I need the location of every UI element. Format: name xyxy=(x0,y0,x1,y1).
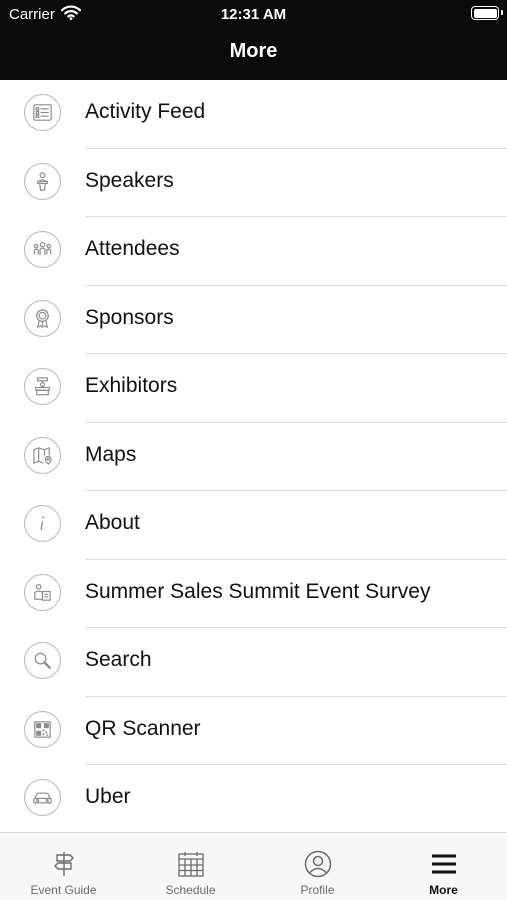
tab-schedule[interactable]: Schedule xyxy=(127,833,254,900)
signpost-icon xyxy=(53,852,74,876)
activity-feed-icon xyxy=(24,94,61,131)
search-icon xyxy=(24,642,61,679)
menu-item-label: Search xyxy=(85,648,152,671)
navigation-header: Carrier 12:31 AM More xyxy=(0,0,507,80)
menu-item-about[interactable]: About xyxy=(0,491,507,560)
speaker-podium-icon xyxy=(24,162,61,200)
menu-item-label: Maps xyxy=(85,442,137,466)
tab-label: Schedule xyxy=(165,883,216,897)
qr-code-icon xyxy=(24,710,61,748)
menu-item-label: Attendees xyxy=(85,237,180,260)
status-bar: Carrier 12:31 AM xyxy=(0,0,507,28)
tab-profile[interactable]: Profile xyxy=(254,833,381,900)
more-menu-list: Activity Feed Speakers Attendees Sponsor… xyxy=(0,80,507,834)
menu-item-uber[interactable]: Uber xyxy=(0,765,507,834)
menu-item-label: Uber xyxy=(85,785,131,808)
battery-tip xyxy=(501,10,503,15)
survey-icon xyxy=(24,573,61,611)
award-ribbon-icon xyxy=(24,299,61,337)
menu-item-label: Speakers xyxy=(85,168,174,192)
menu-item-label: Activity Feed xyxy=(85,100,206,123)
menu-item-label: QR Scanner xyxy=(85,716,201,740)
menu-item-sponsors[interactable]: Sponsors xyxy=(0,286,507,354)
tab-label: Profile xyxy=(300,883,335,897)
profile-icon xyxy=(304,850,331,878)
menu-item-label: Exhibitors xyxy=(85,374,178,397)
attendees-group-icon xyxy=(24,231,61,268)
menu-item-label: About xyxy=(85,511,140,534)
map-pin-icon xyxy=(24,436,61,474)
menu-item-qr-scanner[interactable]: QR Scanner xyxy=(0,697,507,765)
menu-item-search[interactable]: Search xyxy=(0,628,507,697)
info-icon xyxy=(24,505,61,542)
status-time: 12:31 AM xyxy=(220,6,287,23)
tab-bar: Event Guide Schedule Profile More xyxy=(0,832,507,900)
battery-icon xyxy=(471,6,499,20)
menu-item-attendees[interactable]: Attendees xyxy=(0,217,507,286)
hamburger-menu-icon xyxy=(431,854,456,874)
menu-item-speakers[interactable]: Speakers xyxy=(0,149,507,217)
tab-label: Event Guide xyxy=(30,883,97,897)
menu-item-event-survey[interactable]: Summer Sales Summit Event Survey xyxy=(0,560,507,628)
car-icon xyxy=(24,779,61,816)
tab-more[interactable]: More xyxy=(380,833,507,900)
menu-item-label: Summer Sales Summit Event Survey xyxy=(85,579,431,603)
page-title: More xyxy=(229,40,278,62)
tab-event-guide[interactable]: Event Guide xyxy=(0,833,127,900)
tab-label: More xyxy=(429,883,458,897)
menu-item-activity-feed[interactable]: Activity Feed xyxy=(0,80,507,149)
exhibitor-booth-icon xyxy=(24,368,61,405)
menu-item-maps[interactable]: Maps xyxy=(0,423,507,491)
menu-item-label: Sponsors xyxy=(85,305,174,329)
menu-item-exhibitors[interactable]: Exhibitors xyxy=(0,354,507,423)
calendar-icon xyxy=(177,852,204,877)
